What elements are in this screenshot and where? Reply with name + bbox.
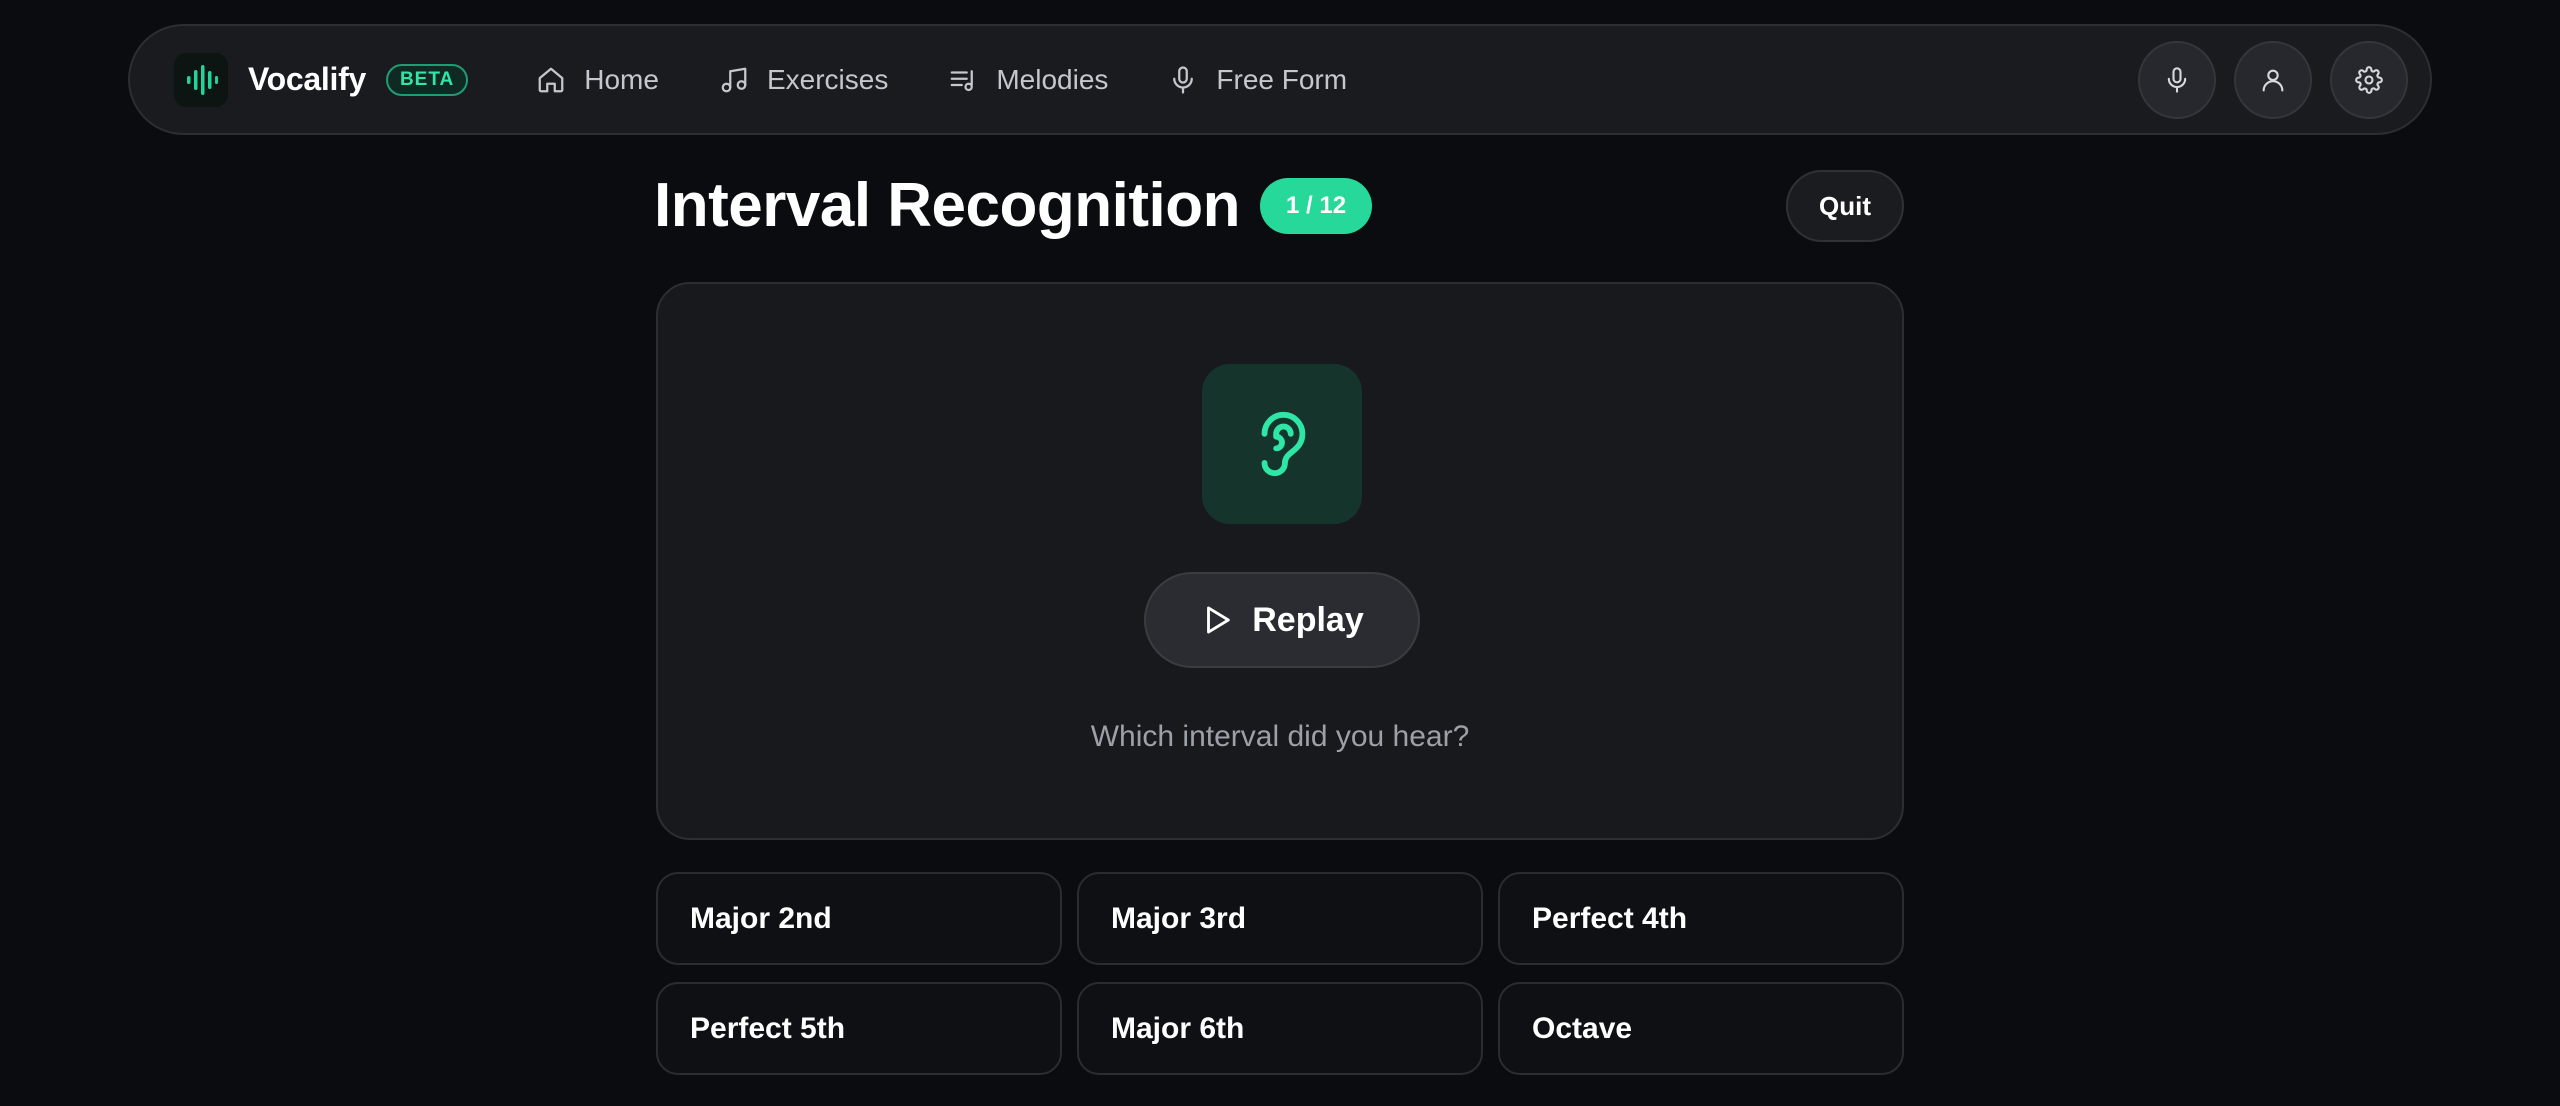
nav-exercises-label: Exercises — [766, 63, 889, 95]
page-title: Interval Recognition — [654, 171, 1240, 240]
nav-home[interactable]: Home — [536, 64, 659, 96]
exercise-card: Replay Which interval did you hear? — [656, 282, 1904, 840]
nav-free-form-label: Free Form — [1216, 63, 1348, 95]
microphone-button[interactable] — [2138, 40, 2216, 119]
answer-option[interactable]: Major 3rd — [1077, 872, 1483, 965]
replay-button[interactable]: Replay — [1144, 572, 1420, 668]
answer-options: Major 2nd Major 3rd Perfect 4th Perfect … — [656, 872, 1904, 1075]
microphone-icon — [1168, 65, 1198, 95]
nav-actions — [2120, 40, 2408, 119]
play-icon — [1200, 603, 1234, 637]
beta-badge: BETA — [385, 63, 469, 96]
nav-free-form[interactable]: Free Form — [1168, 64, 1347, 96]
answer-option[interactable]: Perfect 5th — [656, 982, 1062, 1075]
answer-option[interactable]: Major 6th — [1077, 982, 1483, 1075]
music-note-icon — [719, 65, 749, 95]
answer-option[interactable]: Perfect 4th — [1498, 872, 1904, 965]
nav-melodies-label: Melodies — [996, 63, 1109, 95]
progress-badge: 1 / 12 — [1260, 178, 1373, 234]
gear-icon — [2355, 65, 2383, 94]
question-text: Which interval did you hear? — [1090, 720, 1470, 753]
answer-option[interactable]: Octave — [1498, 982, 1904, 1075]
top-navbar: Vocalify BETA Home Exercises Melodies Fr… — [128, 24, 2432, 135]
ear-tile — [1202, 364, 1362, 524]
quit-button[interactable]: Quit — [1786, 170, 1904, 242]
brand[interactable]: Vocalify BETA — [174, 52, 469, 107]
answer-option[interactable]: Major 2nd — [656, 872, 1062, 965]
nav-home-label: Home — [584, 63, 659, 95]
home-icon — [536, 65, 566, 95]
microphone-icon — [2163, 66, 2191, 94]
nav-exercises[interactable]: Exercises — [719, 64, 888, 96]
list-music-icon — [948, 65, 978, 95]
nav-links: Home Exercises Melodies Free Form — [536, 64, 1407, 96]
nav-melodies[interactable]: Melodies — [948, 64, 1108, 96]
settings-button[interactable] — [2330, 40, 2408, 119]
profile-button[interactable] — [2234, 40, 2312, 119]
user-icon — [2259, 66, 2287, 94]
brand-name: Vocalify — [248, 61, 366, 97]
waveform-icon — [174, 52, 228, 107]
ear-icon — [1247, 409, 1317, 479]
replay-label: Replay — [1252, 600, 1364, 639]
